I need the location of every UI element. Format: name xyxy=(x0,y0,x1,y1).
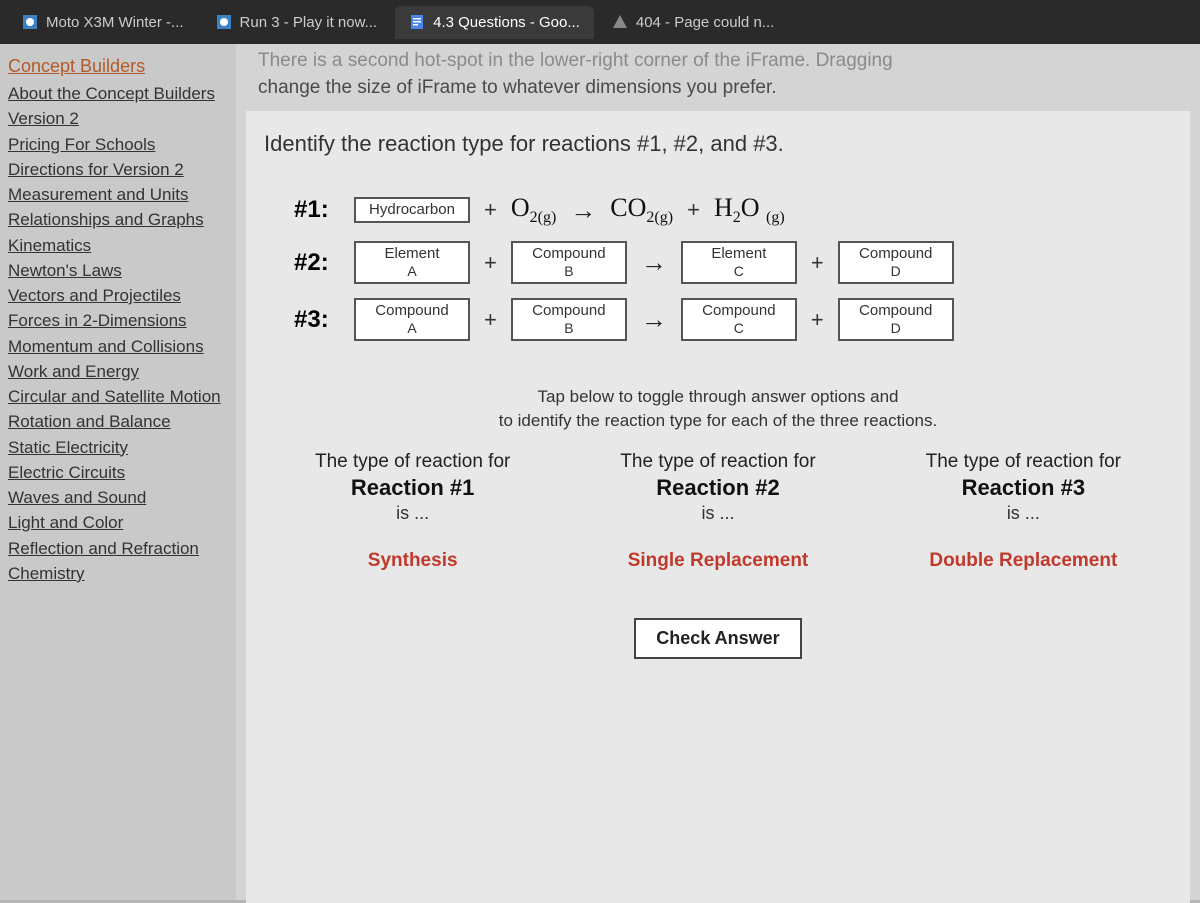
doc-icon xyxy=(409,14,425,30)
sidebar-item[interactable]: Electric Circuits xyxy=(8,462,228,483)
hint-text: Tap below to toggle through answer optio… xyxy=(260,385,1176,433)
reactant-box: ElementA xyxy=(354,241,470,284)
sidebar-item[interactable]: Vectors and Projectiles xyxy=(8,285,228,306)
sidebar: Concept Builders About the Concept Build… xyxy=(0,44,236,900)
banner-faded: There is a second hot-spot in the lower-… xyxy=(258,48,1178,75)
sidebar-item[interactable]: Directions for Version 2 xyxy=(8,159,228,180)
tab-label: 4.3 Questions - Goo... xyxy=(433,14,580,31)
plus-icon: + xyxy=(484,307,497,333)
sidebar-item[interactable]: Circular and Satellite Motion xyxy=(8,386,228,407)
arrow-icon: → xyxy=(570,195,596,226)
tab-label: Run 3 - Play it now... xyxy=(240,14,378,31)
answers-row: The type of reaction for Reaction #1 is … xyxy=(260,451,1176,572)
reaction-row-2: #2: ElementA + CompoundB → ElementC + Co… xyxy=(294,241,1176,284)
sidebar-item[interactable]: Version 2 xyxy=(8,108,228,129)
tab-0[interactable]: Moto X3M Winter -... xyxy=(8,6,198,39)
sidebar-item[interactable]: Momentum and Collisions xyxy=(8,336,228,357)
sidebar-item[interactable]: Forces in 2-Dimensions xyxy=(8,310,228,331)
plus-icon: + xyxy=(484,197,497,223)
answer-toggle-3[interactable]: Double Replacement xyxy=(886,550,1161,572)
sidebar-item[interactable]: Rotation and Balance xyxy=(8,411,228,432)
sidebar-item[interactable]: Reflection and Refraction xyxy=(8,538,228,559)
reactant-box: Hydrocarbon xyxy=(354,197,470,223)
row-number: #1: xyxy=(294,196,340,224)
product-box: CompoundD xyxy=(838,241,954,284)
tab-1[interactable]: Run 3 - Play it now... xyxy=(202,6,392,39)
reactant-box: CompoundA xyxy=(354,298,470,341)
quiz-panel: Identify the reaction type for reactions… xyxy=(246,111,1190,903)
product-chem: H2O (g) xyxy=(714,193,785,227)
game-icon xyxy=(216,14,232,30)
row-number: #2: xyxy=(294,249,340,277)
sidebar-item[interactable]: Newton's Laws xyxy=(8,260,228,281)
reactant-box: CompoundB xyxy=(511,298,627,341)
sidebar-item[interactable]: Kinematics xyxy=(8,235,228,256)
tab-3[interactable]: 404 - Page could n... xyxy=(598,6,788,39)
arrow-icon: → xyxy=(641,247,667,278)
product-box: CompoundD xyxy=(838,298,954,341)
answer-toggle-2[interactable]: Single Replacement xyxy=(581,550,856,572)
product-box: CompoundC xyxy=(681,298,797,341)
answer-col-2: The type of reaction for Reaction #2 is … xyxy=(581,451,856,572)
game-icon xyxy=(22,14,38,30)
plus-icon: + xyxy=(687,197,700,223)
reaction-row-1: #1: Hydrocarbon + O2(g) → CO2(g) + H2O (… xyxy=(294,193,1176,227)
sidebar-item[interactable]: Chemistry xyxy=(8,563,228,584)
plus-icon: + xyxy=(484,250,497,276)
banner-line2: change the size of iFrame to whatever di… xyxy=(258,75,1178,102)
tab-label: Moto X3M Winter -... xyxy=(46,14,184,31)
sidebar-item[interactable]: Pricing For Schools xyxy=(8,134,228,155)
reaction-row-3: #3: CompoundA + CompoundB → CompoundC + … xyxy=(294,298,1176,341)
warn-icon xyxy=(612,14,628,30)
sidebar-item[interactable]: Measurement and Units xyxy=(8,184,228,205)
row-number: #3: xyxy=(294,306,340,334)
answer-col-3: The type of reaction for Reaction #3 is … xyxy=(886,451,1161,572)
tab-2[interactable]: 4.3 Questions - Goo... xyxy=(395,6,594,39)
sidebar-item[interactable]: Waves and Sound xyxy=(8,487,228,508)
browser-tabbar: Moto X3M Winter -... Run 3 - Play it now… xyxy=(0,0,1200,44)
sidebar-item[interactable]: Light and Color xyxy=(8,512,228,533)
check-answer-button[interactable]: Check Answer xyxy=(634,618,801,659)
sidebar-item[interactable]: About the Concept Builders xyxy=(8,83,228,104)
arrow-icon: → xyxy=(641,304,667,335)
reactant-chem: O2(g) xyxy=(511,193,556,227)
sidebar-title[interactable]: Concept Builders xyxy=(8,56,228,77)
sidebar-item[interactable]: Static Electricity xyxy=(8,437,228,458)
answer-toggle-1[interactable]: Synthesis xyxy=(275,550,550,572)
tab-label: 404 - Page could n... xyxy=(636,14,774,31)
answer-col-1: The type of reaction for Reaction #1 is … xyxy=(275,451,550,572)
prompt-text: Identify the reaction type for reactions… xyxy=(264,131,1172,157)
plus-icon: + xyxy=(811,307,824,333)
sidebar-item[interactable]: Work and Energy xyxy=(8,361,228,382)
product-box: ElementC xyxy=(681,241,797,284)
sidebar-item[interactable]: Relationships and Graphs xyxy=(8,209,228,230)
iframe-banner: There is a second hot-spot in the lower-… xyxy=(236,44,1200,111)
plus-icon: + xyxy=(811,250,824,276)
product-chem: CO2(g) xyxy=(610,193,673,227)
reactant-box: CompoundB xyxy=(511,241,627,284)
main-area: There is a second hot-spot in the lower-… xyxy=(236,44,1200,900)
